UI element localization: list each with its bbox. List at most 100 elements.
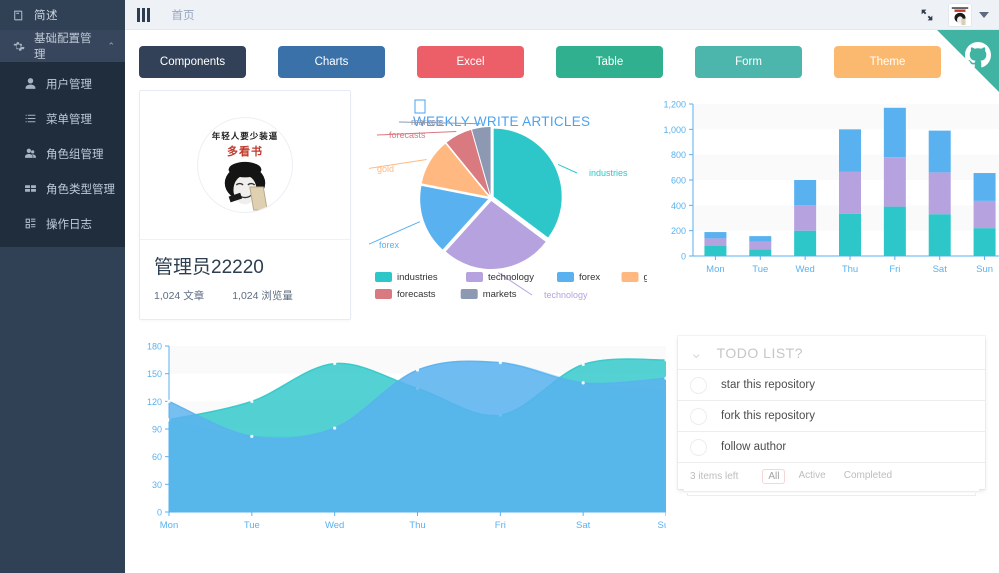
bar-chart[interactable]: 0 200 400 600 800 1,000 1,200 Mon Tue Wed Thu Fri Sa… [659,90,999,322]
svg-text:forecasts: forecasts [389,130,426,140]
pie-chart[interactable]: WEEKLY WRITE ARTICLES industries technolog… [364,90,661,322]
svg-text:markets: markets [411,117,444,127]
sidebar-item-label: 操作日志 [46,218,92,231]
todo-item[interactable]: follow author [678,432,985,463]
svg-text:technology: technology [544,290,588,300]
sidebar-group-basic-config[interactable]: 基础配置管理 ⌃ [0,30,125,62]
stat-articles: 1,024 文章 [154,288,204,303]
github-octocat-icon [965,42,991,68]
svg-text:400: 400 [671,201,686,211]
svg-text:markets: markets [483,289,517,300]
breadcrumb[interactable]: 首页 [172,7,195,23]
todo-panel: ⌄ TODO LIST? star this repository fork t… [678,336,985,496]
svg-text:technology: technology [488,272,534,283]
svg-text:Sun: Sun [658,520,666,531]
avatar-text-line-1: 年轻人要少装逼 [211,131,279,141]
navbar: 首页 [125,0,999,30]
components-button[interactable]: Components [139,46,246,78]
todo-filter-active[interactable]: Active [793,469,830,484]
gear-icon [12,40,25,53]
svg-text:60: 60 [152,452,162,462]
svg-text:180: 180 [147,342,162,352]
svg-text:800: 800 [671,150,686,160]
svg-text:industries: industries [589,168,628,178]
table-button[interactable]: Table [556,46,663,78]
chevron-down-icon[interactable] [979,11,989,18]
svg-text:Sat: Sat [933,264,948,275]
stat-views: 1,024 浏览量 [232,288,293,303]
svg-text:Sat: Sat [576,520,591,531]
todo-item-label: fork this repository [721,410,815,422]
user-stats: 1,024 文章 1,024 浏览量 [154,288,336,303]
area-chart[interactable]: 0 30 60 90 120 150 180 Mon Tue Wed Thu Fri Sat Sun [139,336,674,536]
todo-item-label: star this repository [721,379,815,391]
avatar-text-line-2: 多看书 [227,146,263,158]
area-chart-svg: 0 30 60 90 120 150 180 Mon Tue Wed Thu Fri Sat Sun [147,342,674,532]
todo-filter-all[interactable]: All [762,468,786,484]
svg-text:industries: industries [397,272,438,283]
user-icon [24,77,37,90]
todo-item[interactable]: fork this repository [678,401,985,432]
todo-checkbox[interactable] [690,376,707,394]
bar-chart-svg: 0 200 400 600 800 1,000 1,200 Mon Tue Wed Thu Fri Sa… [663,100,999,275]
sidebar-logo-label: 简述 [34,10,58,22]
sidebar-item-label: 菜单管理 [46,113,92,126]
user-avatar-image [948,2,972,27]
content-row-2: 0 30 60 90 120 150 180 Mon Tue Wed Thu Fri Sat Sun ⌄ … [139,336,985,536]
sidebar-item-label: 角色组管理 [46,148,104,161]
svg-text:1,000: 1,000 [663,125,686,135]
pie-chart-svg: WEEKLY WRITE ARTICLESindustriestechnolog… [364,99,661,300]
form-button[interactable]: Form [695,46,802,78]
todo-header[interactable]: ⌄ TODO LIST? [678,336,985,370]
svg-text:120: 120 [147,397,162,407]
app-root: 简述 基础配置管理 ⌃ 用户管理 菜单管理 角色组管理 角色类型管理 操作日志 … [0,0,999,573]
github-ribbon[interactable] [937,30,999,92]
user-group-icon [24,147,37,160]
stat-articles-value: 1,024 [154,290,181,302]
theme-button[interactable]: Theme [834,46,941,78]
todo-stack-shadow-1 [683,489,980,492]
users-icon [24,182,37,195]
svg-text:forex: forex [379,240,400,250]
charts-button[interactable]: Charts [278,46,385,78]
book-icon [12,9,25,22]
sidebar-item-role-group-management[interactable]: 角色组管理 [0,136,125,171]
sidebar-item-menu-management[interactable]: 菜单管理 [0,101,125,136]
content-row-1: 年轻人要少装逼 多看书 管理员22220 1,024 文章 1,024 浏览量 … [139,90,999,322]
svg-text:Tue: Tue [244,520,260,531]
sidebar-item-operation-log[interactable]: 操作日志 [0,206,125,241]
svg-text:Thu: Thu [409,520,425,531]
todo-items-left: 3 items left [690,470,739,482]
hamburger-icon[interactable] [137,7,150,22]
todo-checkbox[interactable] [690,438,707,456]
svg-text:gold: gold [644,272,648,283]
user-card-info: 管理员22220 1,024 文章 1,024 浏览量 [140,239,350,319]
chevron-down-icon[interactable]: ⌄ [690,344,703,362]
svg-text:Wed: Wed [325,520,344,531]
todo-filter-completed[interactable]: Completed [839,469,897,484]
svg-text:600: 600 [671,176,686,186]
svg-text:forecasts: forecasts [397,289,436,300]
screenfull-icon[interactable] [919,7,935,23]
stat-views-label: 浏览量 [261,290,293,302]
svg-text:0: 0 [681,252,686,262]
svg-text:30: 30 [152,480,162,490]
todo-card: ⌄ TODO LIST? star this repository fork t… [678,336,985,489]
sidebar-item-role-type-management[interactable]: 角色类型管理 [0,171,125,206]
stat-views-value: 1,024 [232,290,259,302]
user-card: 年轻人要少装逼 多看书 管理员22220 1,024 文章 1,024 浏览量 [139,90,351,320]
sidebar-logo[interactable]: 简述 [0,0,125,30]
svg-text:Tue: Tue [752,264,768,275]
svg-text:Sun: Sun [976,264,993,275]
svg-text:gold: gold [377,164,394,174]
button-row: Components Charts Excel Table Form Theme [125,30,999,78]
todo-footer: 3 items left All Active Completed [678,463,985,489]
sidebar-item-user-management[interactable]: 用户管理 [0,66,125,101]
excel-button[interactable]: Excel [417,46,524,78]
todo-item[interactable]: star this repository [678,370,985,401]
todo-title: TODO LIST? [716,344,804,361]
avatar[interactable] [948,2,989,27]
todo-checkbox[interactable] [690,407,707,425]
content: 年轻人要少装逼 多看书 管理员22220 1,024 文章 1,024 浏览量 … [125,78,999,536]
chevron-up-icon: ⌃ [107,40,115,51]
